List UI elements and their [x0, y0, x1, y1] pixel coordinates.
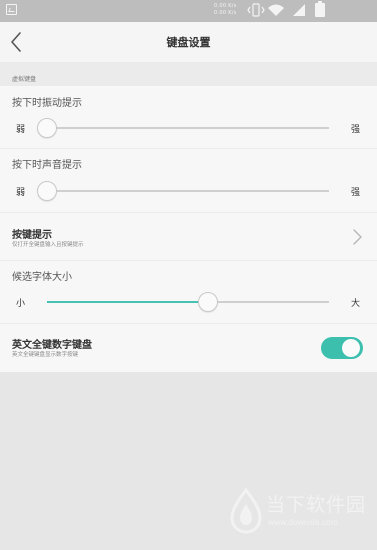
- key-hint-subtitle: 仅打开全键盘输入且按键提示: [12, 242, 84, 248]
- sound-slider[interactable]: [37, 181, 329, 201]
- network-speed: 0.00 K/s 0.00 K/s: [214, 3, 242, 17]
- candidate-font-max-label: 大: [351, 299, 361, 309]
- divider: [0, 148, 377, 149]
- vibrate-icon: [247, 3, 265, 17]
- vibration-slider-thumb[interactable]: [37, 118, 57, 138]
- divider: [0, 212, 377, 213]
- section-header: 虚拟键盘: [0, 62, 377, 86]
- sound-slider-thumb[interactable]: [37, 181, 57, 201]
- page-title: 键盘设置: [166, 36, 211, 49]
- sound-min-label: 弱: [16, 188, 26, 198]
- key-hint-title: 按键提示: [12, 230, 52, 241]
- divider: [0, 323, 377, 324]
- english-numeric-subtitle: 英文全键键盘显示数字按键: [12, 352, 79, 358]
- sound-title: 按下时声音提示: [12, 160, 82, 171]
- sound-max-label: 强: [351, 188, 361, 198]
- divider: [0, 260, 377, 261]
- candidate-font-min-label: 小: [16, 299, 26, 309]
- english-numeric-title: 英文全键数字键盘: [12, 340, 92, 351]
- watermark-logo-icon: [230, 488, 262, 534]
- vibration-slider[interactable]: [37, 118, 329, 138]
- toggle-knob: [342, 339, 360, 357]
- english-numeric-toggle[interactable]: [321, 337, 363, 359]
- image-notification-icon: [6, 4, 17, 15]
- wifi-icon: [268, 4, 284, 16]
- settings-card: 按下时振动提示 弱 强 按下时声音提示 弱 强 按键提示 仅打开全键盘输入且按键…: [0, 86, 377, 372]
- watermark: 当下软件园 www.downxia.com: [228, 486, 370, 536]
- candidate-font-slider[interactable]: [47, 292, 329, 312]
- network-speed-up: 0.00 K/s: [214, 3, 237, 9]
- candidate-font-slider-thumb[interactable]: [197, 292, 218, 312]
- section-label: 虚拟键盘: [12, 76, 37, 83]
- watermark-url: www.downxia.com: [268, 517, 338, 527]
- candidate-font-title: 候选字体大小: [12, 272, 72, 283]
- candidate-font-slider-fill: [47, 301, 208, 303]
- vibration-max-label: 强: [351, 125, 361, 135]
- chevron-right-icon[interactable]: [351, 228, 363, 246]
- vibration-title: 按下时振动提示: [12, 98, 82, 109]
- vibration-min-label: 弱: [16, 125, 26, 135]
- watermark-title: 当下软件园: [266, 494, 367, 516]
- battery-icon: [315, 1, 325, 17]
- signal-icon: [293, 4, 305, 16]
- app-bar: 键盘设置: [0, 22, 377, 62]
- status-bar: 0.00 K/s 0.00 K/s: [0, 0, 377, 22]
- network-speed-down: 0.00 K/s: [214, 10, 237, 16]
